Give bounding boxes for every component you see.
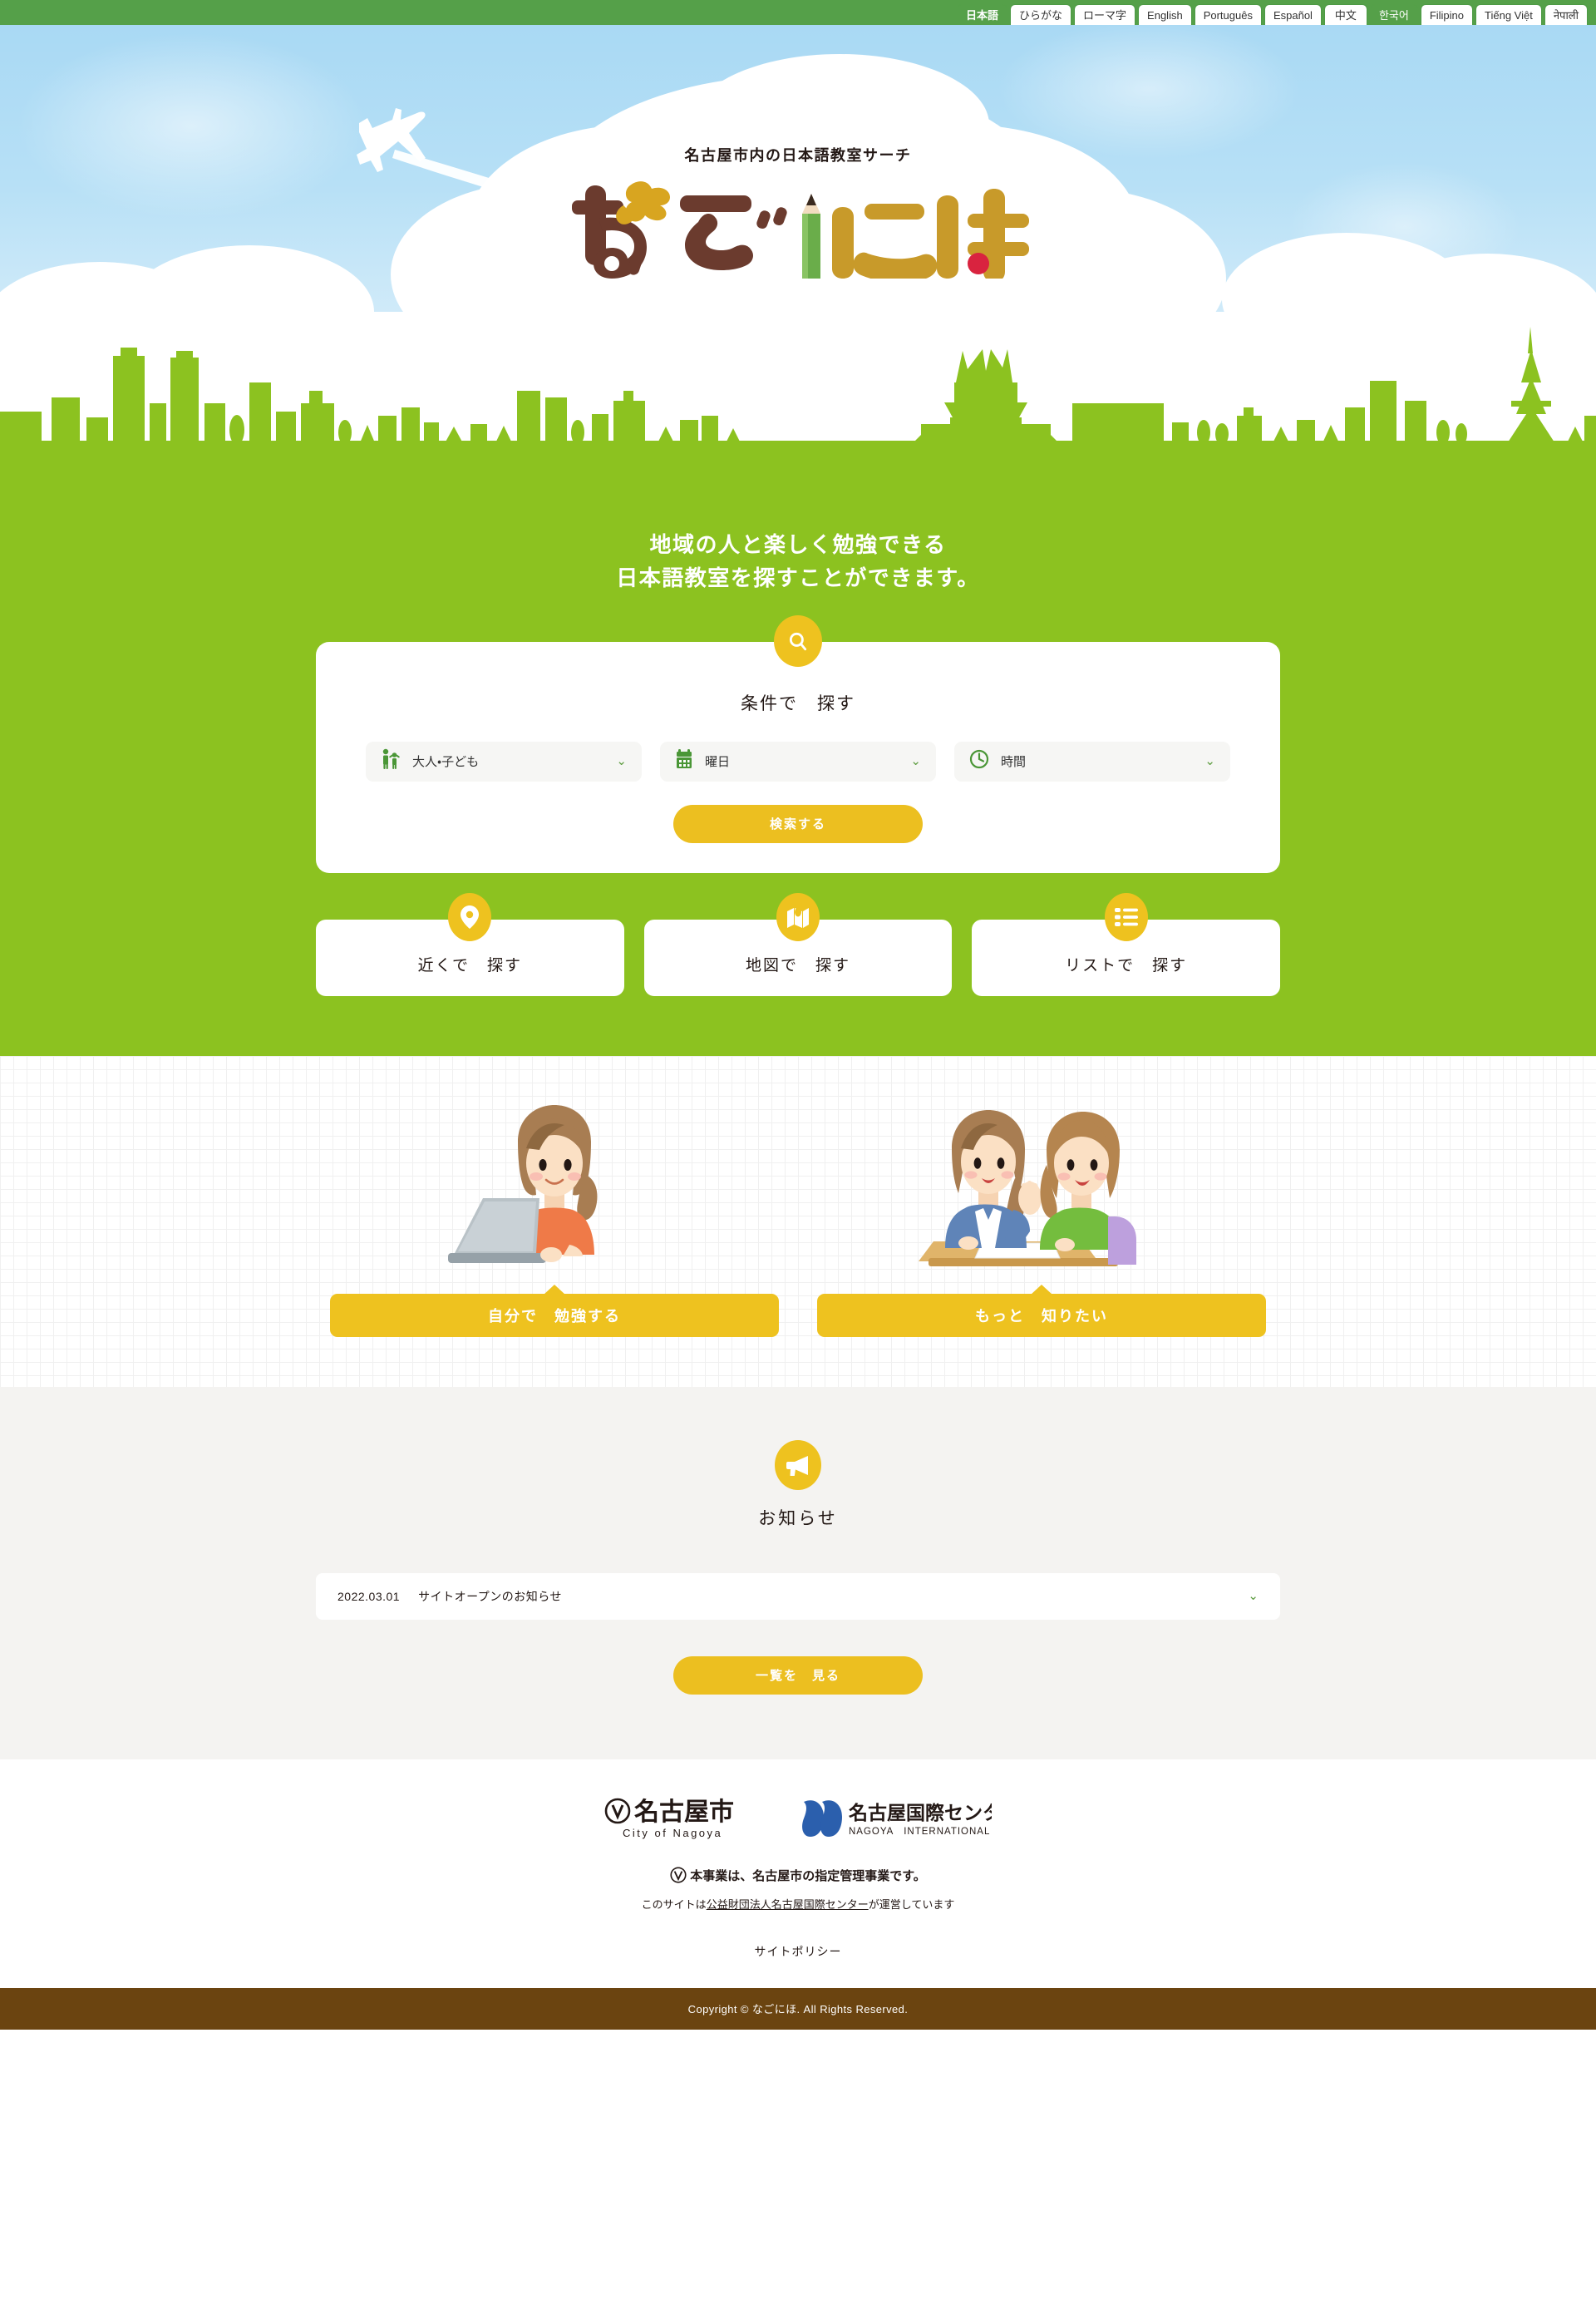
logo-red-dot — [968, 253, 989, 274]
footer-note-bold-text: 本事業は、名古屋市の指定管理事業です。 — [690, 1868, 926, 1883]
logo-char-go — [680, 195, 787, 270]
news-section: お知らせ 2022.03.01 サイトオープンのお知らせ ⌄ 一覧を 見る — [0, 1386, 1596, 1759]
select-time[interactable]: 時間 ⌄ — [954, 741, 1230, 782]
news-title: お知らせ — [758, 1508, 838, 1528]
language-tab-8[interactable]: Filipino — [1420, 4, 1474, 25]
chevron-down-icon: ⌄ — [1204, 754, 1215, 769]
feature-section: 自分で 勉強する もっと 知りたい — [0, 1056, 1596, 1387]
hero-banner: 名古屋市内の日本語教室サーチ — [0, 25, 1596, 482]
site-logo — [0, 170, 1596, 283]
card-title: 条件で 探す — [741, 693, 855, 713]
clock-icon — [969, 749, 989, 773]
language-tab-5[interactable]: Español — [1264, 4, 1322, 25]
select-weekday-value: 曜日 — [705, 755, 731, 770]
logo-char-ni — [832, 204, 938, 283]
woman-green — [1040, 1111, 1136, 1265]
news-list-item[interactable]: 2022.03.01 サイトオープンのお知らせ ⌄ — [316, 1572, 1280, 1620]
hero-tagline: 名古屋市内の日本語教室サーチ — [684, 147, 912, 164]
filter-row: 大人・子ども ⌄ 曜日 ⌄ 時間 ⌄ — [366, 741, 1230, 782]
feature-card-self-study: 自分で 勉強する — [330, 1089, 779, 1337]
footer-note: このサイトは公益財団法人名古屋国際センターが運営しています — [0, 1896, 1596, 1912]
footer-note-pre: このサイトは — [641, 1897, 707, 1911]
select-audience-value: 大人・子ども — [412, 755, 480, 770]
quick-search-cards: 近くで 探す 地図で 探す リストで 探す — [316, 892, 1281, 996]
select-audience[interactable]: 大人・子ども ⌄ — [366, 741, 642, 782]
news-date: 2022.03.01 — [337, 1589, 401, 1603]
chevron-down-icon: ⌄ — [616, 754, 627, 769]
language-tab-10[interactable]: नेपाली — [1544, 4, 1588, 25]
svg-text:City of Nagoya: City of Nagoya — [623, 1827, 722, 1839]
headline-line-1: 地域の人と楽しく勉強できる — [649, 532, 947, 557]
news-text: サイトオープンのお知らせ — [418, 1589, 562, 1603]
quick-card-map-label: 地図で 探す — [746, 957, 851, 975]
quick-card-map[interactable]: 地図で 探す — [643, 892, 953, 996]
footer-note-post: が運営しています — [868, 1897, 955, 1911]
woman-blue — [945, 1109, 1042, 1250]
svg-text:NAGOYA INTERNATIONAL CENTER: NAGOYA INTERNATIONAL CENTER — [849, 1827, 992, 1837]
site-policy-link[interactable]: サイトポリシー — [0, 1943, 1596, 1960]
quick-card-nearby[interactable]: 近くで 探す — [316, 892, 624, 996]
list-icon — [1104, 892, 1148, 941]
headline-line-2: 日本語教室を探すことができます。 — [616, 565, 980, 591]
search-icon — [774, 614, 822, 667]
footer: 名古屋市 City of Nagoya 名古屋国際センター NAGOYA INT… — [0, 1759, 1596, 1988]
condition-search-card: 条件で 探す 大人・子ども ⌄ 曜日 ⌄ 時間 ⌄ 検索する — [316, 614, 1280, 873]
two-women-talking-illustration — [817, 1089, 1266, 1280]
feature-banner-self-study[interactable]: 自分で 勉強する — [330, 1293, 779, 1337]
adult-child-icon — [381, 748, 401, 774]
feature-banner-learn-more[interactable]: もっと 知りたい — [817, 1293, 1266, 1337]
copyright-text: Copyright © なごにほ. All Rights Reserved. — [687, 2003, 909, 2016]
svg-text:名古屋国際センター: 名古屋国際センター — [848, 1802, 992, 1823]
quick-card-list[interactable]: リストで 探す — [972, 892, 1281, 996]
copyright-bar: Copyright © なごにほ. All Rights Reserved. — [0, 1987, 1596, 2030]
map-pin-icon — [448, 892, 492, 941]
search-section: 地域の人と楽しく勉強できる 日本語教室を探すことができます。 条件で 探す 大人… — [0, 482, 1596, 1056]
nagoya-international-center-logo[interactable]: 名古屋国際センター NAGOYA INTERNATIONAL CENTER — [800, 1797, 1044, 1844]
language-tab-3[interactable]: English — [1138, 4, 1192, 25]
language-tab-2[interactable]: ローマ字 — [1074, 4, 1136, 25]
chevron-down-icon: ⌄ — [1248, 1589, 1259, 1604]
footer-note-bold: 本事業は、名古屋市の指定管理事業です。 — [0, 1867, 1596, 1884]
language-tab-9[interactable]: Tiếng Việt — [1475, 4, 1542, 25]
logo-bird — [616, 181, 670, 224]
select-time-value: 時間 — [1001, 755, 1027, 770]
language-tab-6[interactable]: 中文 — [1323, 4, 1367, 25]
quick-card-nearby-label: 近くで 探す — [417, 957, 523, 975]
language-tab-7[interactable]: 한국어 — [1369, 4, 1418, 25]
calendar-icon — [675, 749, 693, 773]
language-tab-0[interactable]: 日本語 — [957, 4, 1008, 25]
logo-pencil — [802, 194, 820, 279]
woman-with-laptop-illustration — [330, 1089, 779, 1280]
chevron-down-icon: ⌄ — [910, 754, 921, 769]
feature-card-learn-more: もっと 知りたい — [817, 1089, 1266, 1337]
select-weekday[interactable]: 曜日 ⌄ — [660, 741, 936, 782]
language-tab-4[interactable]: Português — [1194, 4, 1262, 25]
language-tab-1[interactable]: ひらがな — [1010, 4, 1072, 25]
nagoya-city-logo[interactable]: 名古屋市 City of Nagoya — [604, 1796, 754, 1845]
megaphone-icon — [775, 1439, 821, 1490]
nagoniho-logo-svg — [572, 181, 1029, 283]
svg-text:名古屋市: 名古屋市 — [634, 1798, 734, 1826]
news-more-button[interactable]: 一覧を 見る — [673, 1655, 923, 1695]
footer-note-link[interactable]: 公益財団法人名古屋国際センター — [707, 1898, 869, 1911]
language-bar: 日本語 ひらがな ローマ字 English Português Español 中文 한국어 F… — [0, 0, 1596, 25]
search-headline: 地域の人と楽しく勉強できる 日本語教室を探すことができます。 — [0, 528, 1596, 595]
nagoya-mark-icon — [670, 1867, 687, 1883]
search-submit-button[interactable]: 検索する — [673, 804, 923, 843]
map-icon — [776, 892, 820, 941]
quick-card-list-label: リストで 探す — [1065, 957, 1188, 975]
